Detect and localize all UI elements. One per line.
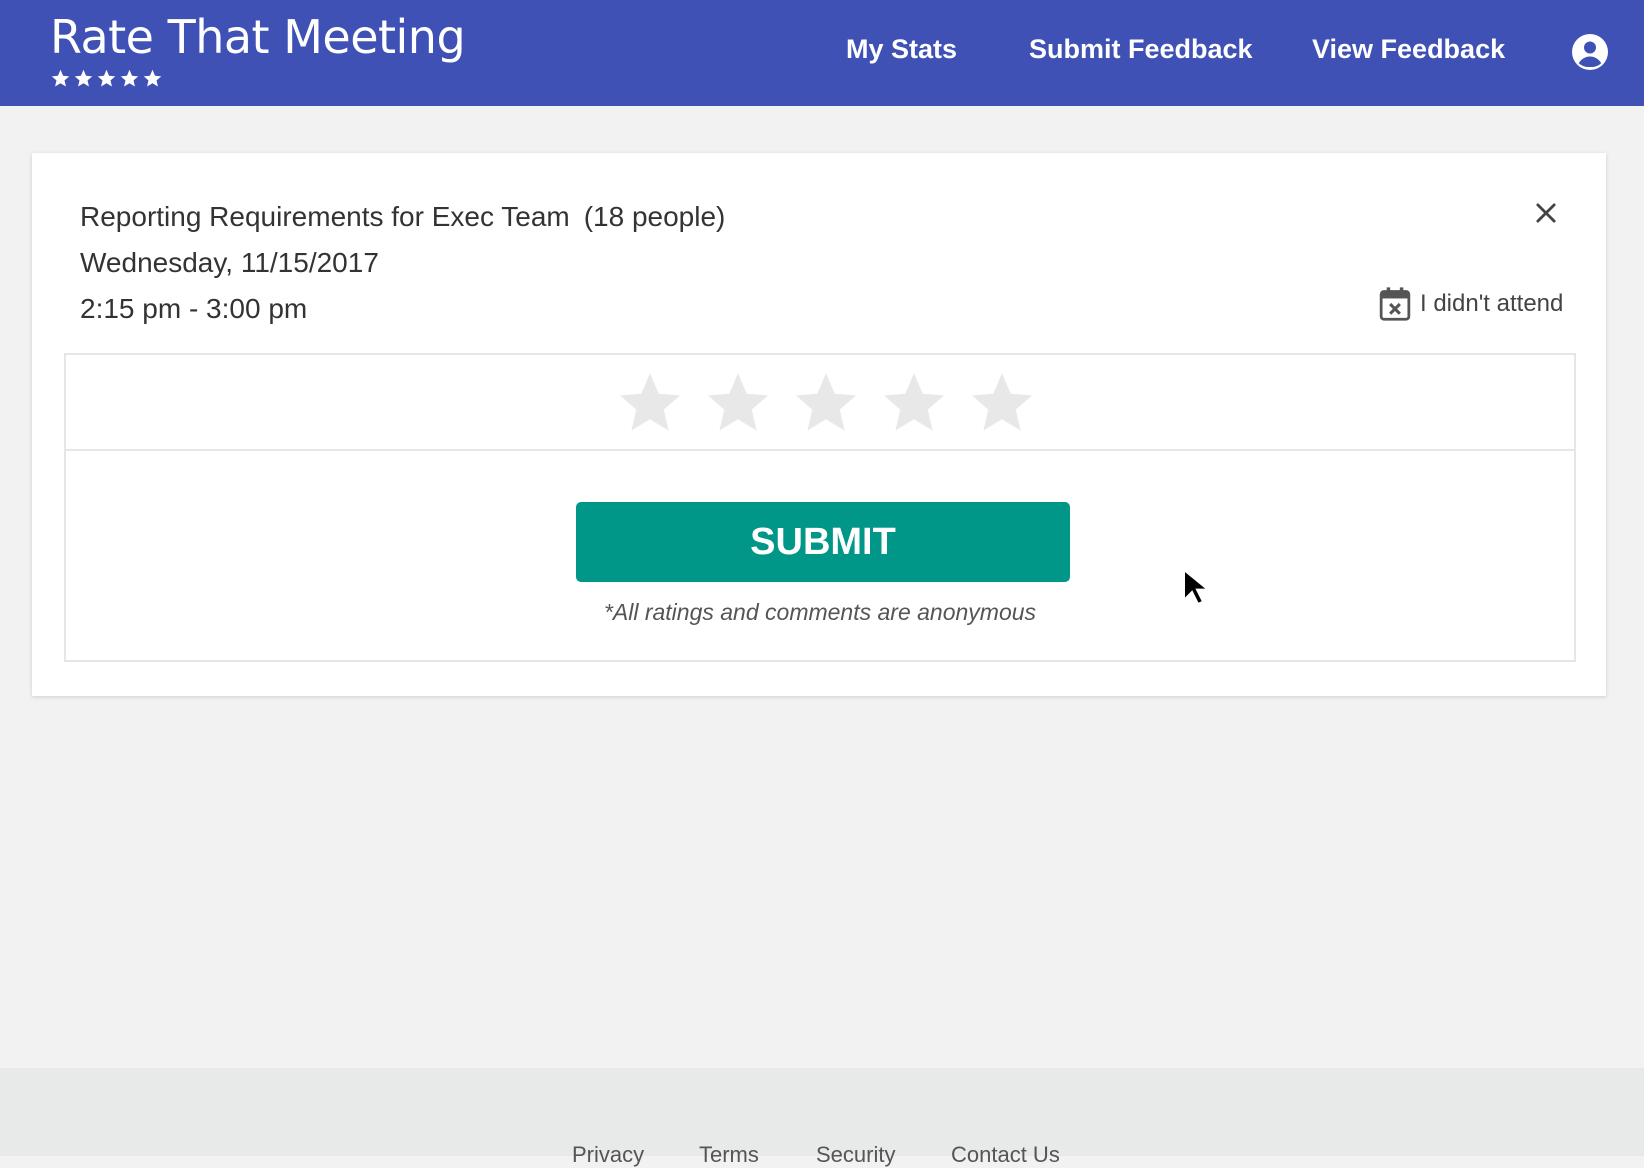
nav-my-stats[interactable]: My Stats bbox=[846, 34, 957, 65]
meeting-title: Reporting Requirements for Exec Team bbox=[80, 201, 570, 232]
meeting-feedback-card: Reporting Requirements for Exec Team (18 … bbox=[32, 153, 1606, 696]
app-title: Rate That Meeting bbox=[50, 10, 466, 64]
meeting-attendee-count: (18 people) bbox=[583, 201, 726, 232]
star-icon bbox=[74, 69, 93, 87]
star-icon bbox=[51, 69, 70, 87]
star-icon bbox=[97, 69, 116, 87]
rating-star-3[interactable] bbox=[790, 367, 862, 439]
footer: Privacy Terms Security Contact Us bbox=[0, 1068, 1644, 1167]
logo-stars bbox=[50, 68, 165, 94]
didnt-attend-button[interactable]: I didn't attend bbox=[1378, 286, 1563, 322]
account-circle-icon[interactable] bbox=[1572, 34, 1608, 70]
rating-star-1[interactable] bbox=[614, 367, 686, 439]
footer-link-security[interactable]: Security bbox=[816, 1142, 895, 1168]
star-icon bbox=[120, 69, 139, 87]
nav-view-feedback[interactable]: View Feedback bbox=[1312, 34, 1505, 65]
star-rating bbox=[66, 355, 1574, 451]
rating-star-2[interactable] bbox=[702, 367, 774, 439]
meeting-date: Wednesday, 11/15/2017 bbox=[80, 247, 379, 278]
app-logo[interactable]: Rate That Meeting bbox=[50, 10, 466, 87]
rating-panel: SUBMIT *All ratings and comments are ano… bbox=[64, 353, 1576, 662]
footer-link-privacy[interactable]: Privacy bbox=[572, 1142, 644, 1168]
top-app-bar: Rate That Meeting My Stats Submit Feedba… bbox=[0, 0, 1644, 106]
submit-button[interactable]: SUBMIT bbox=[576, 502, 1070, 582]
meeting-title-line: Reporting Requirements for Exec Team (18 … bbox=[80, 201, 725, 233]
didnt-attend-label: I didn't attend bbox=[1420, 290, 1564, 317]
calendar-remove-icon bbox=[1379, 287, 1411, 321]
close-icon[interactable] bbox=[1532, 199, 1560, 227]
rating-star-5[interactable] bbox=[966, 367, 1038, 439]
meeting-time: 2:15 pm - 3:00 pm bbox=[80, 293, 308, 324]
footer-link-terms[interactable]: Terms bbox=[699, 1142, 759, 1168]
star-icon bbox=[143, 69, 162, 87]
nav-submit-feedback[interactable]: Submit Feedback bbox=[1029, 34, 1253, 65]
rating-star-4[interactable] bbox=[878, 367, 950, 439]
anonymous-note: *All ratings and comments are anonymous bbox=[603, 599, 1037, 625]
mouse-cursor-icon bbox=[1183, 568, 1208, 606]
footer-link-contact-us[interactable]: Contact Us bbox=[951, 1142, 1060, 1168]
